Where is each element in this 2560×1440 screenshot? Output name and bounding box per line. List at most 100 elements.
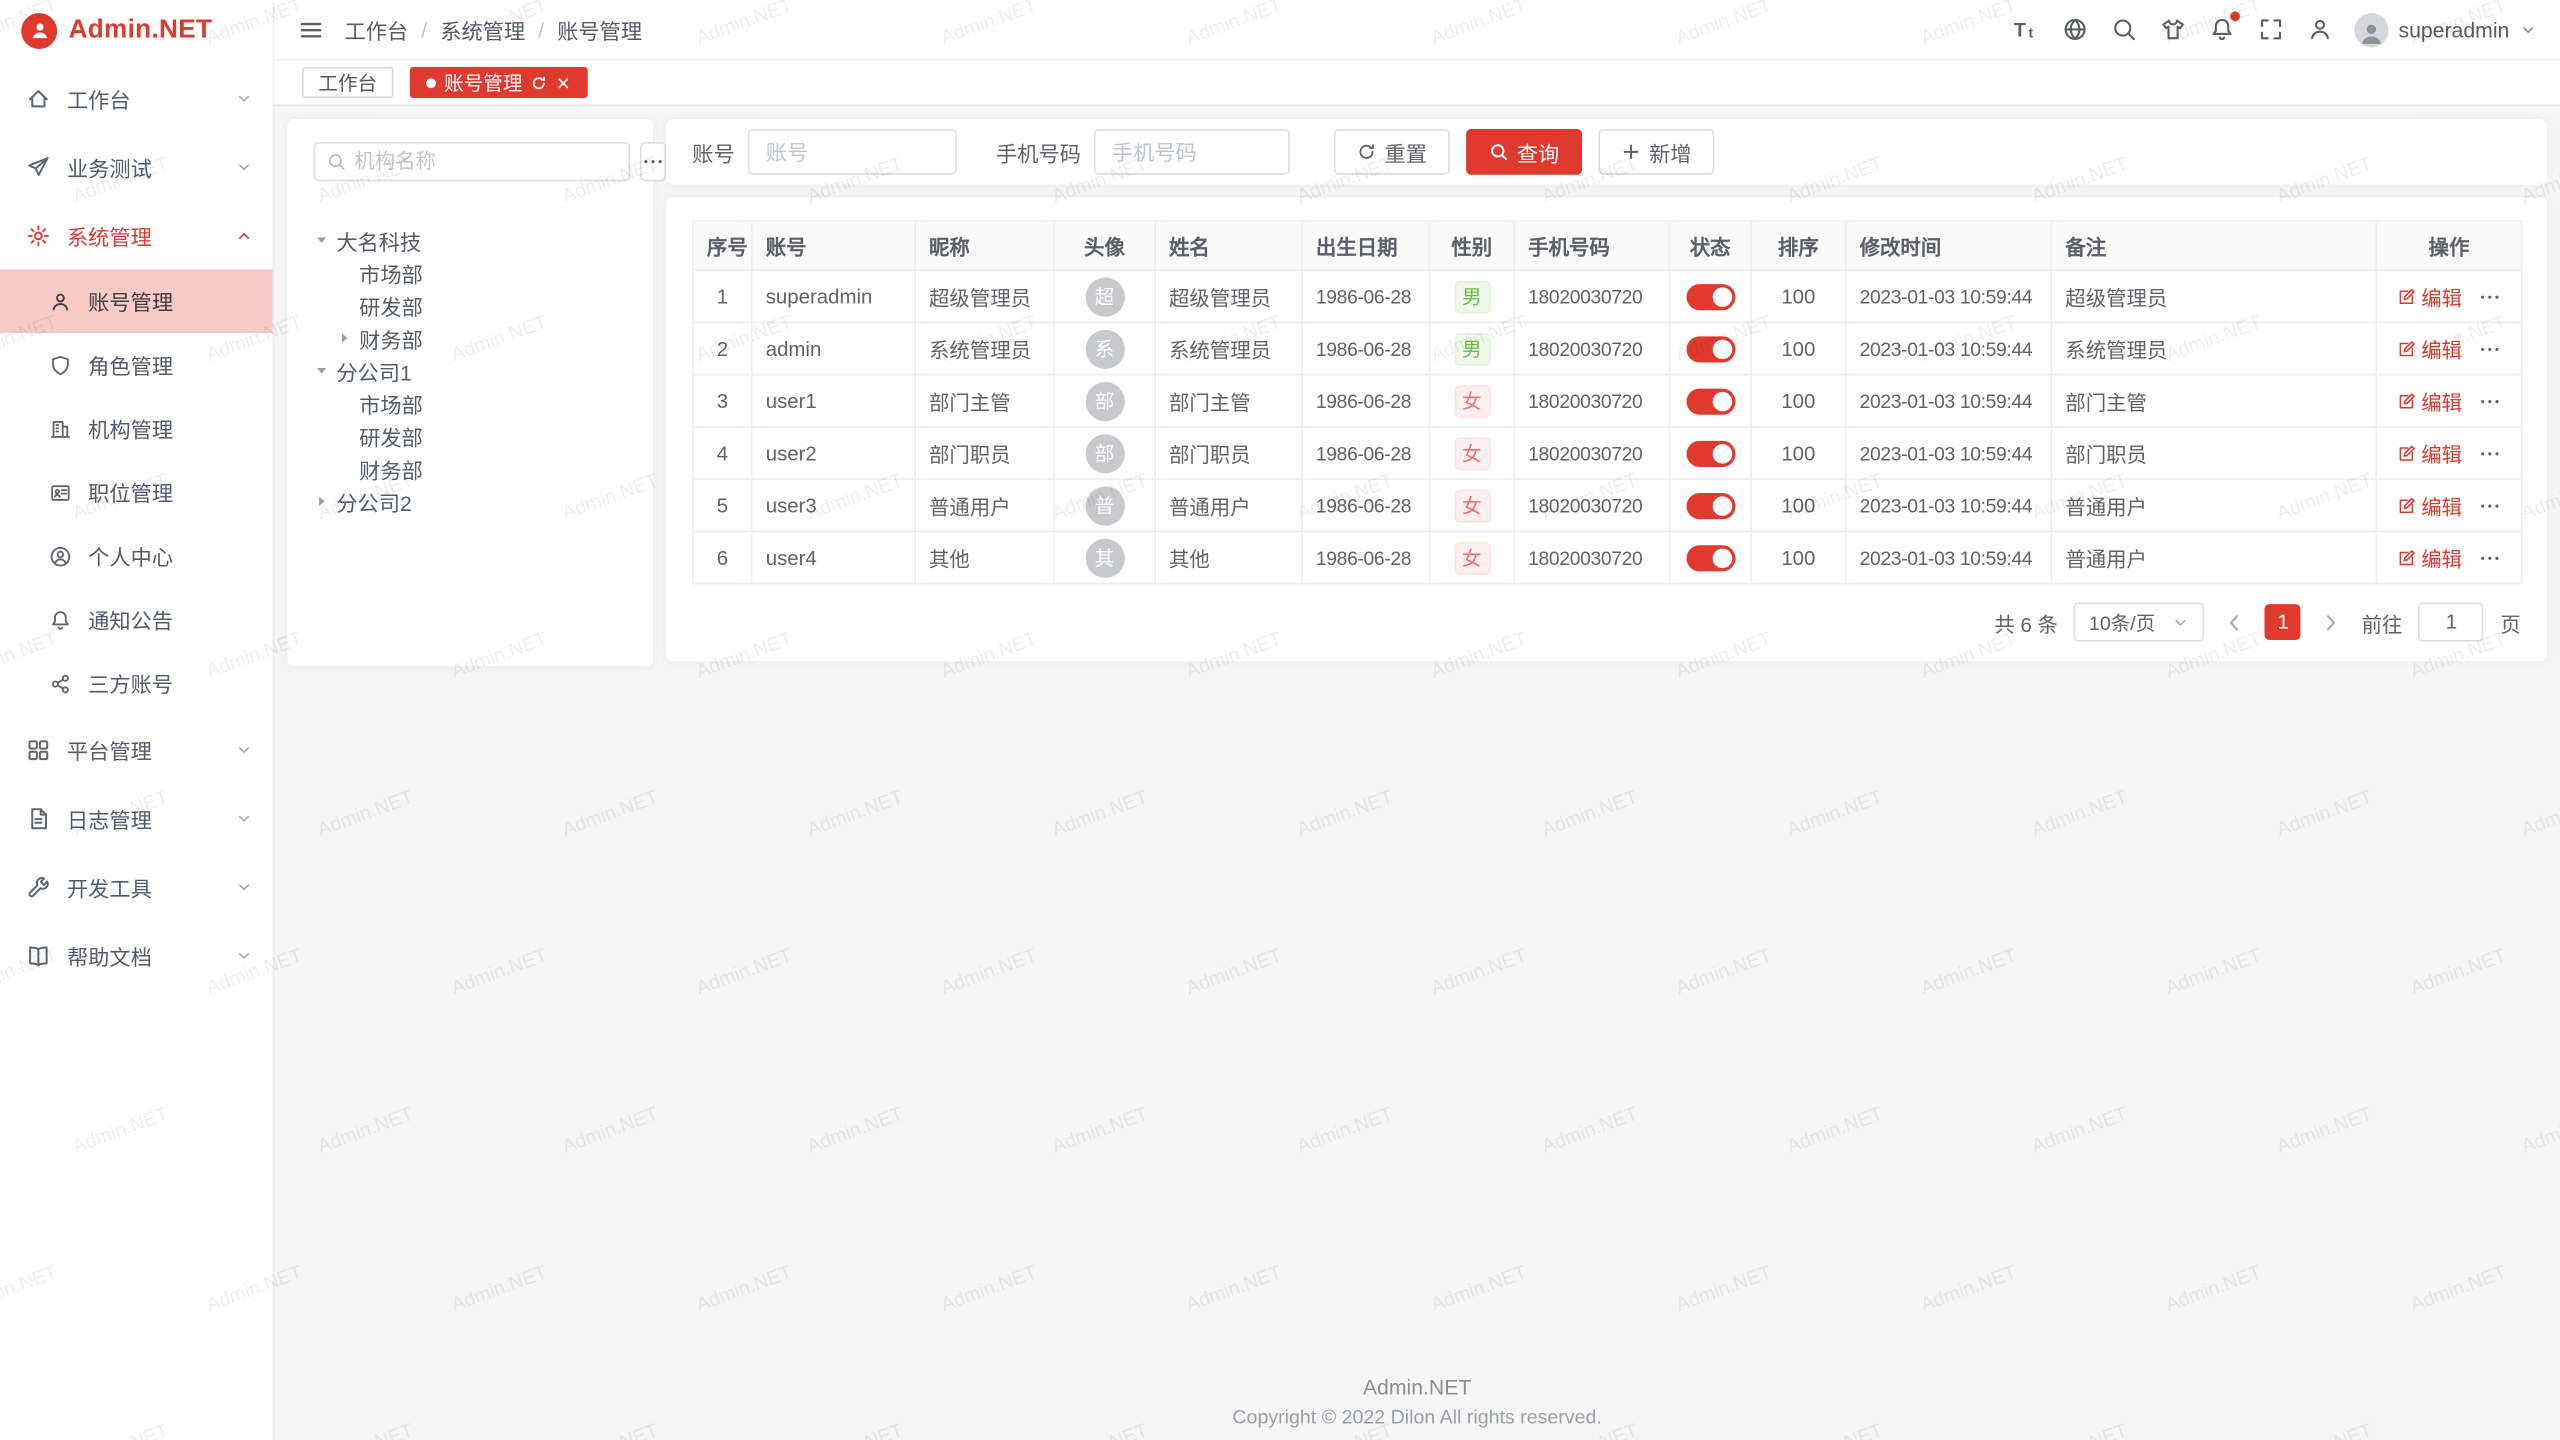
column-header[interactable]: 排序 <box>1751 221 1846 270</box>
tree-node[interactable]: 财务部 <box>313 452 626 485</box>
column-header[interactable]: 备注 <box>2051 221 2376 270</box>
user-menu[interactable]: superadmin <box>2354 12 2537 46</box>
tree-node[interactable]: 分公司1 <box>313 354 626 387</box>
cell-modified-time: 2023-01-03 10:59:44 <box>1846 479 2052 531</box>
column-header[interactable]: 姓名 <box>1155 221 1302 270</box>
tree-node[interactable]: 财务部 <box>313 322 626 355</box>
column-header[interactable]: 序号 <box>693 221 752 270</box>
column-header[interactable]: 性别 <box>1429 221 1514 270</box>
add-button[interactable]: 新增 <box>1598 129 1714 175</box>
reset-button[interactable]: 重置 <box>1334 129 1450 175</box>
home-icon <box>26 86 52 110</box>
avatar <box>2354 12 2388 46</box>
prev-page-button[interactable] <box>2221 611 2249 632</box>
sidebar-item-help-docs[interactable]: 帮助文档 <box>0 921 273 990</box>
column-header[interactable]: 修改时间 <box>1846 221 2052 270</box>
footer-title: Admin.NET <box>274 1375 2560 1399</box>
sidebar-item-system-manage[interactable]: 系统管理 <box>0 201 273 270</box>
phone-input[interactable] <box>1094 129 1290 175</box>
bell-icon[interactable] <box>2209 16 2235 42</box>
caret-down-icon[interactable] <box>313 232 336 248</box>
column-header[interactable]: 出生日期 <box>1302 221 1429 270</box>
sidebar-item-dev-tools[interactable]: 开发工具 <box>0 852 273 921</box>
tree-node[interactable]: 市场部 <box>313 256 626 289</box>
tree-node[interactable]: 市场部 <box>313 387 626 420</box>
tree-node[interactable]: 研发部 <box>313 289 626 322</box>
theme-icon[interactable] <box>2160 16 2186 42</box>
page-number[interactable]: 1 <box>2265 604 2301 640</box>
edit-button[interactable]: 编辑 <box>2397 438 2462 469</box>
brand-logo[interactable]: Admin.NET <box>0 0 273 60</box>
edit-button[interactable]: 编辑 <box>2397 490 2462 521</box>
collapse-menu-icon[interactable] <box>299 17 323 41</box>
tab-refresh-icon[interactable] <box>531 74 547 90</box>
account-input[interactable] <box>748 129 957 175</box>
column-header[interactable]: 昵称 <box>915 221 1054 270</box>
sidebar-item-business-test[interactable]: 业务测试 <box>0 132 273 201</box>
sidebar-item-third-account[interactable]: 三方账号 <box>0 651 273 715</box>
breadcrumb-item[interactable]: 系统管理 <box>440 14 525 45</box>
tab-工作台[interactable]: 工作台 <box>302 67 393 98</box>
edit-button[interactable]: 编辑 <box>2397 281 2462 312</box>
caret-right-icon[interactable] <box>313 493 336 509</box>
sidebar-item-platform-manage[interactable]: 平台管理 <box>0 715 273 784</box>
org-more-button[interactable] <box>640 142 666 181</box>
sidebar-item-notice[interactable]: 通知公告 <box>0 588 273 652</box>
row-more-button[interactable] <box>2478 546 2501 569</box>
cell-account: user4 <box>752 531 915 583</box>
shield-icon <box>49 353 73 376</box>
globe-icon[interactable] <box>2062 16 2088 42</box>
cell-no: 3 <box>693 375 752 427</box>
tab-账号管理[interactable]: 账号管理 <box>410 67 588 98</box>
tree-node[interactable]: 研发部 <box>313 420 626 453</box>
tree-node[interactable]: 分公司2 <box>313 485 626 518</box>
sidebar-item-org-manage[interactable]: 机构管理 <box>0 397 273 461</box>
page-size-select[interactable]: 10条/页 <box>2074 602 2205 641</box>
goto-page-input[interactable] <box>2419 602 2484 641</box>
caret-right-icon[interactable] <box>336 330 359 346</box>
status-toggle[interactable] <box>1686 440 1735 466</box>
status-toggle[interactable] <box>1686 283 1735 309</box>
status-toggle[interactable] <box>1686 388 1735 414</box>
status-toggle[interactable] <box>1686 544 1735 570</box>
sidebar-item-position-manage[interactable]: 职位管理 <box>0 460 273 524</box>
edit-label: 编辑 <box>2421 438 2462 469</box>
cell-gender: 女 <box>1429 479 1514 531</box>
cell-status <box>1669 479 1751 531</box>
tree-node[interactable]: 大名科技 <box>313 224 626 257</box>
fullscreen-icon[interactable] <box>2258 16 2284 42</box>
column-header[interactable]: 手机号码 <box>1514 221 1669 270</box>
sidebar-item-workbench[interactable]: 工作台 <box>0 64 273 133</box>
font-size-icon[interactable]: Tt <box>2013 16 2039 42</box>
edit-button[interactable]: 编辑 <box>2397 385 2462 416</box>
row-more-button[interactable] <box>2478 442 2501 465</box>
profile-icon[interactable] <box>2307 16 2333 42</box>
row-more-button[interactable] <box>2478 494 2501 517</box>
org-search-input[interactable] <box>354 150 617 173</box>
sidebar-item-role-manage[interactable]: 角色管理 <box>0 333 273 397</box>
status-toggle[interactable] <box>1686 492 1735 518</box>
sidebar-item-account-manage[interactable]: 账号管理 <box>0 269 273 333</box>
cell-remark: 超级管理员 <box>2051 270 2376 322</box>
breadcrumb-item[interactable]: 工作台 <box>344 14 408 45</box>
status-toggle[interactable] <box>1686 336 1735 362</box>
column-header[interactable]: 状态 <box>1669 221 1751 270</box>
row-more-button[interactable] <box>2478 389 2501 412</box>
next-page-button[interactable] <box>2317 611 2345 632</box>
column-header[interactable]: 操作 <box>2376 221 2521 270</box>
row-more-button[interactable] <box>2478 285 2501 308</box>
row-more-button[interactable] <box>2478 337 2501 360</box>
sidebar-item-log-manage[interactable]: 日志管理 <box>0 784 273 853</box>
column-header[interactable]: 头像 <box>1054 221 1155 270</box>
edit-button[interactable]: 编辑 <box>2397 333 2462 364</box>
column-header[interactable]: 账号 <box>752 221 915 270</box>
tab-label: 账号管理 <box>444 69 522 97</box>
tab-close-icon[interactable] <box>555 74 571 90</box>
edit-button[interactable]: 编辑 <box>2397 542 2462 573</box>
caret-down-icon[interactable] <box>313 362 336 378</box>
sidebar-item-label: 角色管理 <box>88 349 173 380</box>
sidebar-item-personal-center[interactable]: 个人中心 <box>0 524 273 588</box>
org-search <box>313 142 630 181</box>
search-icon[interactable] <box>2111 16 2137 42</box>
search-button[interactable]: 查询 <box>1466 129 1582 175</box>
